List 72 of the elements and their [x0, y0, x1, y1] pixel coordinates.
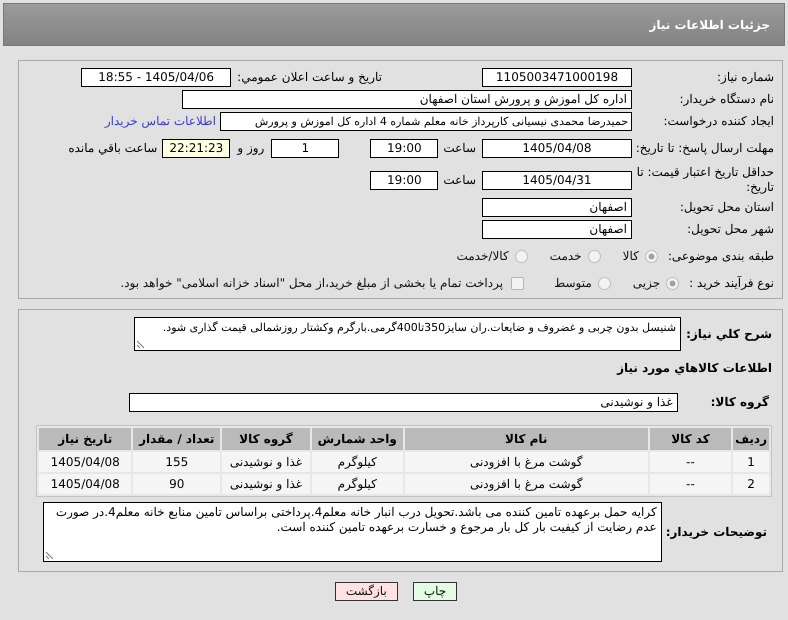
field-label: روز و [237, 140, 264, 157]
table-cell: گوشت مرغ با افزودنی [404, 452, 648, 472]
column-header: نام کالا [404, 428, 648, 450]
field-label: شماره نیاز: [717, 70, 774, 84]
column-header: واحد شمارش [312, 428, 403, 450]
section-heading: اطلاعات کالاهاي مورد نیاز [617, 360, 772, 377]
table-cell: کیلوگرم [312, 452, 403, 472]
column-header: کد کالا [650, 428, 732, 450]
checkbox[interactable] [511, 276, 524, 290]
goods-group-field: غذا و نوشیدنی [128, 392, 678, 412]
table-cell: 2 [733, 474, 769, 494]
field-label: حداقل تاریخ اعتبار قیمت: تا تاریخ: [636, 165, 774, 194]
table-cell: 155 [133, 452, 220, 472]
deadline-time-field: 19:00 [370, 138, 438, 158]
field-label: ساعت [443, 172, 476, 189]
need-number-field: 1105003471000198 [482, 68, 632, 86]
column-header: تاریخ نیاز [39, 428, 132, 450]
table-cell: کیلوگرم [312, 474, 403, 494]
field-label: مهلت ارسال پاسخ: تا تاریخ: [636, 140, 774, 154]
radio-button[interactable] [598, 276, 611, 290]
field-label: ایجاد کننده درخواست: [663, 114, 774, 128]
resize-grip-icon[interactable] [44, 552, 53, 560]
time-left-field: 22:21:23 [162, 138, 230, 158]
radio-label: جزیی [632, 275, 660, 292]
contact-info-link[interactable]: اطلاعات تماس خریدار [104, 112, 216, 130]
table-cell: 1405/04/08 [39, 452, 132, 472]
radio-button[interactable] [666, 276, 680, 290]
field-label: تاریخ و ساعت اعلان عمومي: [237, 69, 382, 86]
radio-label: کالا/خدمت [456, 248, 509, 265]
validity-time-field: 19:00 [370, 170, 438, 190]
buyer-org-field: اداره کل اموزش و پرورش استان اصفهان [182, 90, 632, 108]
deadline-date-field: 1405/04/08 [482, 138, 632, 158]
field-label: طبقه بندی موضوعی: [668, 248, 774, 265]
checkbox-label: پرداخت تمام یا بخشی از مبلغ خرید،از محل "اسناد خزانه اسلامی" خواهد بود. [120, 275, 504, 292]
table-cell: غذا و نوشیدنی [222, 452, 310, 472]
table-cell: 1405/04/08 [39, 474, 132, 494]
table-cell: 1 [733, 452, 769, 472]
field-label: نوع فرآیند خرید : [689, 275, 774, 292]
column-header: گروه کالا [222, 428, 310, 450]
table-cell: 90 [133, 474, 220, 494]
radio-label: متوسط [554, 275, 592, 292]
province-field: اصفهان [482, 198, 632, 216]
table-cell: -- [650, 452, 732, 472]
field-label: استان محل تحویل: [680, 200, 774, 214]
buyer-notes-field: کرایه حمل برعهده تامین کننده می باشد.تحویل درب انبار خانه معلم4.پرداختی براساس تامین منابع خانه معلم4.در صورت عدم رضایت از کیفیت بار کل بار مرجوع و خسارت برعهده تامین کننده است. [42, 502, 662, 562]
field-label: شرح کلي نیاز: [686, 326, 772, 343]
field-label: ساعت [443, 140, 476, 157]
table-cell: گوشت مرغ با افزودنی [404, 474, 648, 494]
back-button[interactable]: بازگشت [334, 582, 398, 601]
field-label: توضیحات خریدار: [666, 524, 767, 541]
field-label: ساعت باقي مانده [68, 140, 158, 157]
radio-label: کالا [622, 248, 639, 265]
print-button[interactable]: چاپ [412, 582, 458, 601]
table-cell: -- [650, 474, 732, 494]
column-header: تعداد / مقدار [133, 428, 220, 450]
requester-field: حمیدرضا محمدی نیسیانی کارپرداز خانه معلم شماره 4 اداره کل اموزش و پرورش [220, 112, 632, 130]
resize-grip-icon[interactable] [136, 341, 144, 349]
days-left-field: 1 [271, 138, 340, 158]
radio-button[interactable] [514, 250, 528, 262]
validity-date-field: 1405/04/31 [482, 170, 632, 190]
radio-label: خدمت [550, 248, 582, 265]
field-label: نام دستگاه خریدار: [680, 92, 774, 106]
table-cell: غذا و نوشیدنی [222, 474, 310, 494]
description-field: شنیسل بدون چربی و غضروف و ضایعات.ران سایز350تا400گرمی.بارگرم وکشتار روزشمالی قیمت گذاری شود. [134, 317, 682, 351]
radio-button[interactable] [588, 250, 601, 262]
radio-button[interactable] [644, 250, 658, 262]
city-field: اصفهان [482, 220, 632, 238]
page-title: جزئیات اطلاعات نیاز [649, 16, 770, 34]
field-label: گروه کالا: [710, 394, 769, 411]
field-label: شهر محل تحویل: [687, 222, 774, 236]
column-header: ردیف [733, 428, 769, 450]
announcement-date-field: 1405/04/06 - 18:55 [81, 68, 232, 86]
